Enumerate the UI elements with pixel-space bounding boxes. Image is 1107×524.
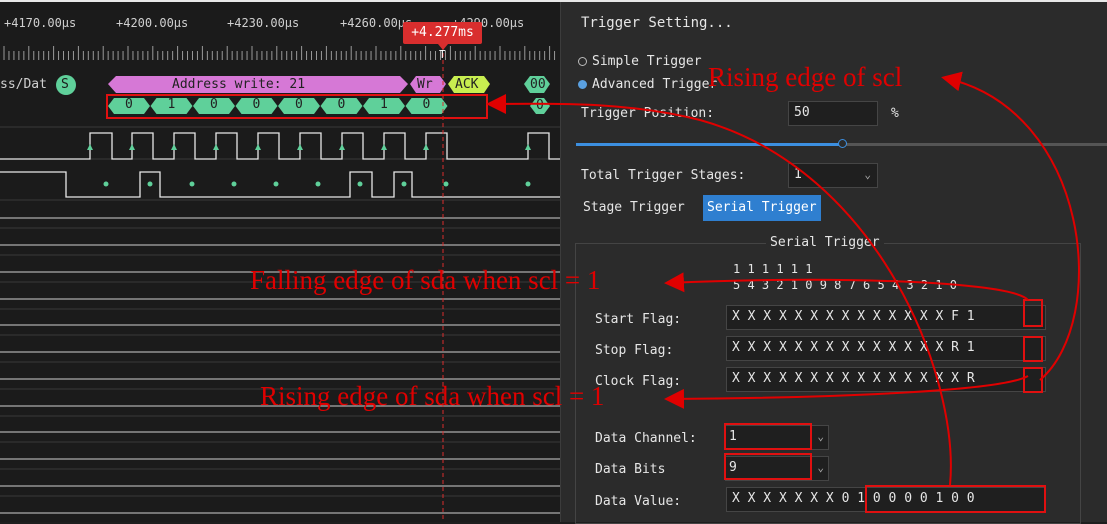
sda-sample-dot xyxy=(525,181,531,187)
start-marker: S xyxy=(61,77,69,92)
stop-flag-input[interactable]: X X X X X X X X X X X X X X R 1 xyxy=(726,336,1046,361)
tab-stage-trigger[interactable]: Stage Trigger xyxy=(579,195,689,221)
ack-segment: ACK xyxy=(455,77,479,92)
slider-fill xyxy=(576,143,842,146)
annotation-sda-rising: Rising edge of sda when scl = 1 xyxy=(260,381,605,411)
waveform-view[interactable]: +4170.00µs +4200.00µs +4230.00µs +4260.0… xyxy=(0,2,560,522)
highlight-bit-values xyxy=(106,94,488,119)
trigger-position-slider[interactable] xyxy=(576,139,1107,148)
scl-edge-marker xyxy=(129,144,135,150)
scl-edge-marker xyxy=(171,144,177,150)
data-value-label: Data Value: xyxy=(595,494,682,509)
total-stages-select[interactable]: 1 ⌄ xyxy=(788,163,878,188)
scl-edge-marker xyxy=(87,144,93,150)
channel-label: ss/Dat xyxy=(0,77,47,92)
trailing-bit: 0 xyxy=(536,98,544,113)
sda-sample-dot xyxy=(273,181,279,187)
panel-title: Trigger Setting... xyxy=(581,15,733,31)
scl-edge-marker xyxy=(339,144,345,150)
scl-edge-marker xyxy=(525,144,531,150)
cursor-time-badge[interactable]: +4.277ms xyxy=(403,22,482,44)
radio-selected-icon xyxy=(578,80,587,89)
slider-handle[interactable] xyxy=(837,139,847,148)
trigger-position-input[interactable]: 50 xyxy=(788,101,878,126)
highlight-data-channel xyxy=(724,423,812,450)
scl-edge-marker xyxy=(297,144,303,150)
scl-edge-marker xyxy=(213,144,219,150)
simple-trigger-radio[interactable]: Simple Trigger xyxy=(578,54,702,69)
radio-icon xyxy=(578,57,587,66)
trigger-marker: T xyxy=(439,48,446,61)
data-channel-label: Data Channel: xyxy=(595,431,697,446)
annotation-sda-falling: Falling edge of sda when scl = 1 xyxy=(250,265,601,295)
clock-flag-input[interactable]: X X X X X X X X X X X X X X X R xyxy=(726,367,1046,392)
chevron-down-icon: ⌄ xyxy=(817,461,824,474)
trigger-position-label: Trigger Position: xyxy=(581,106,715,121)
total-stages-label: Total Trigger Stages: xyxy=(581,168,746,183)
sda-sample-dot xyxy=(147,181,153,187)
clock-flag-label: Clock Flag: xyxy=(595,374,682,389)
sda-sample-dot xyxy=(189,181,195,187)
scl-edge-marker xyxy=(423,144,429,150)
sda-sample-dot xyxy=(315,181,321,187)
group-title: Serial Trigger xyxy=(766,235,884,250)
start-flag-label: Start Flag: xyxy=(595,312,682,327)
highlight-clock-flag xyxy=(1023,367,1043,393)
sda-waveform xyxy=(0,171,560,198)
data-bits-label: Data Bits xyxy=(595,462,666,477)
advanced-trigger-radio[interactable]: Advanced Trigger xyxy=(578,77,717,92)
bit-header-top: 1 1 1 1 1 1 xyxy=(733,262,813,276)
trigger-position-unit: % xyxy=(891,106,899,121)
highlight-start-flag xyxy=(1023,299,1043,327)
tab-serial-trigger[interactable]: Serial Trigger xyxy=(703,195,821,221)
rw-segment: Wr xyxy=(417,77,433,92)
scl-waveform xyxy=(0,132,560,160)
chevron-down-icon: ⌄ xyxy=(864,168,871,181)
bit-header-bottom: 5 4 3 2 1 0 9 8 7 6 5 4 3 2 1 0 xyxy=(733,278,957,292)
sda-sample-dot xyxy=(231,181,237,187)
sda-sample-dot xyxy=(401,181,407,187)
scl-edge-marker xyxy=(381,144,387,150)
sda-sample-dot xyxy=(357,181,363,187)
highlight-data-bits xyxy=(724,453,812,480)
address-segment: Address write: 21 xyxy=(172,77,306,92)
annotation-scl-rising: Rising edge of scl xyxy=(708,62,903,92)
sda-sample-dot xyxy=(103,181,109,187)
highlight-stop-flag xyxy=(1023,336,1043,362)
chevron-down-icon: ⌄ xyxy=(817,430,824,443)
stop-flag-label: Stop Flag: xyxy=(595,343,674,358)
data-segment: 00 xyxy=(530,77,546,92)
scl-edge-marker xyxy=(255,144,261,150)
highlight-data-value xyxy=(865,485,1046,513)
sda-sample-dot xyxy=(443,181,449,187)
start-flag-input[interactable]: X X X X X X X X X X X X X X F 1 xyxy=(726,305,1046,330)
